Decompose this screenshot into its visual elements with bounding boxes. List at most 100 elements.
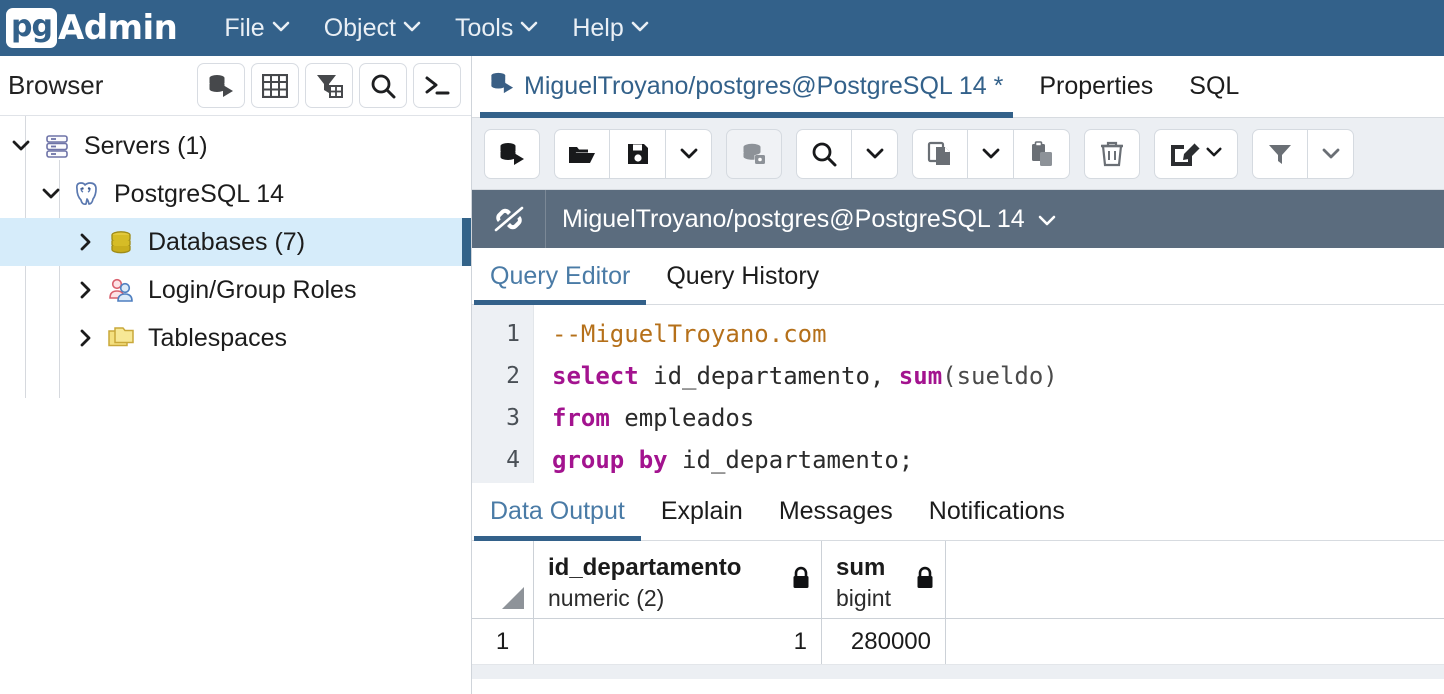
tab-query-tool-label: MiguelTroyano/postgres@PostgreSQL 14 *	[524, 72, 1004, 100]
menu-tools-label: Tools	[454, 13, 514, 42]
line-number: 4	[506, 447, 520, 473]
tab-query-editor[interactable]: Query Editor	[472, 248, 648, 305]
pgadmin-logo: pg Admin	[6, 8, 178, 48]
tree-item-login-group-roles[interactable]: Login/Group Roles	[0, 266, 471, 314]
tab-query-tool[interactable]: MiguelTroyano/postgres@PostgreSQL 14 *	[472, 56, 1021, 118]
column-header-id-departamento[interactable]: id_departamento numeric (2)	[534, 541, 822, 618]
tree-item-databases[interactable]: Databases (7)	[0, 218, 471, 266]
chevron-down-icon[interactable]	[968, 128, 1014, 179]
menu-object[interactable]: Object	[310, 10, 435, 47]
find-icon[interactable]	[796, 128, 852, 179]
query-tool-icon[interactable]	[197, 63, 245, 108]
psql-terminal-icon[interactable]	[413, 63, 461, 108]
chevron-down-icon[interactable]	[1205, 145, 1223, 163]
row-number: 1	[472, 619, 534, 664]
tree-item-tablespaces[interactable]: Tablespaces	[0, 314, 471, 362]
explain-analyze-icon[interactable]	[726, 128, 782, 179]
tablespaces-icon	[102, 325, 140, 351]
sql-token-identifier: empleados	[609, 404, 755, 432]
column-header-sum[interactable]: sum bigint	[822, 541, 946, 618]
grid-empty-area	[472, 665, 1444, 679]
sql-token-comment: --MiguelTroyano.com	[552, 320, 827, 348]
tab-explain[interactable]: Explain	[643, 483, 761, 540]
line-number: 2	[506, 363, 520, 389]
sql-code-area[interactable]: --MiguelTroyano.com select id_departamen…	[534, 305, 1444, 483]
chevron-down-icon[interactable]	[1308, 128, 1354, 179]
databases-icon	[102, 228, 140, 256]
tab-sql[interactable]: SQL	[1171, 56, 1257, 117]
view-data-icon[interactable]	[251, 63, 299, 108]
menu-help[interactable]: Help	[558, 10, 662, 47]
select-all-corner[interactable]	[472, 541, 534, 618]
paste-icon[interactable]	[1014, 128, 1070, 179]
copy-icon[interactable]	[912, 128, 968, 179]
delete-icon[interactable]	[1084, 128, 1140, 179]
sql-token-identifier: id_departamento,	[638, 362, 899, 390]
search-icon[interactable]	[359, 63, 407, 108]
toolbar-group-edit	[1154, 128, 1238, 179]
sql-token-keyword: select	[552, 362, 639, 390]
chevron-down-icon	[520, 21, 538, 36]
cell-sum[interactable]: 280000	[822, 619, 946, 664]
toolbar-group-file	[554, 128, 712, 179]
chevron-down-icon[interactable]	[666, 128, 712, 179]
connection-bar: MiguelTroyano/postgres@PostgreSQL 14	[472, 190, 1444, 248]
disconnected-plug-icon[interactable]	[472, 190, 546, 248]
column-type: numeric (2)	[548, 584, 665, 611]
filter-icon[interactable]	[1252, 128, 1308, 179]
tree-item-tablespaces-label: Tablespaces	[148, 323, 287, 352]
execute-query-icon[interactable]	[484, 128, 540, 179]
browser-toolbar	[197, 63, 471, 108]
tab-messages[interactable]: Messages	[761, 483, 911, 540]
lock-icon	[791, 566, 811, 597]
menu-help-label: Help	[572, 13, 624, 42]
chevron-down-icon[interactable]	[4, 139, 38, 153]
query-tool-icon	[490, 71, 514, 102]
filtered-rows-icon[interactable]	[305, 63, 353, 108]
tree-item-postgresql-14[interactable]: PostgreSQL 14	[0, 170, 471, 218]
sql-token-keyword: group by	[552, 446, 668, 474]
editor-tab-strip: Query Editor Query History	[472, 248, 1444, 305]
tree-item-servers-label: Servers (1)	[84, 131, 208, 160]
tab-query-history-label: Query History	[666, 261, 820, 290]
toolbar-group-find	[796, 128, 898, 179]
roles-icon	[102, 276, 140, 304]
lock-icon	[915, 566, 935, 597]
tab-notifications[interactable]: Notifications	[911, 483, 1083, 540]
tab-properties[interactable]: Properties	[1021, 56, 1171, 117]
toolbar-group-execute	[484, 128, 540, 179]
tab-messages-label: Messages	[778, 497, 893, 525]
tree-item-servers[interactable]: Servers (1)	[0, 122, 471, 170]
edit-icon[interactable]	[1154, 128, 1238, 179]
code-line: select id_departamento, sum(sueldo)	[552, 355, 1444, 397]
chevron-down-icon[interactable]	[34, 187, 68, 201]
toolbar-group-filter	[1252, 128, 1354, 179]
menu-file[interactable]: File	[210, 10, 303, 47]
save-file-icon[interactable]	[610, 128, 666, 179]
open-file-icon[interactable]	[554, 128, 610, 179]
tree-item-databases-label: Databases (7)	[148, 227, 306, 256]
cell-id-departamento[interactable]: 1	[534, 619, 822, 664]
menu-tools[interactable]: Tools	[441, 10, 552, 47]
chevron-down-icon[interactable]	[852, 128, 898, 179]
menu-bar: pg Admin File Object Tools Help	[0, 0, 1444, 56]
tab-data-output[interactable]: Data Output	[472, 483, 643, 541]
chevron-right-icon[interactable]	[68, 280, 102, 300]
chevron-right-icon[interactable]	[68, 328, 102, 348]
tab-query-editor-label: Query Editor	[490, 261, 631, 290]
tab-notifications-label: Notifications	[928, 497, 1065, 525]
chevron-right-icon[interactable]	[68, 232, 102, 252]
tab-properties-label: Properties	[1039, 72, 1154, 100]
result-grid: id_departamento numeric (2) sum bigint 1…	[472, 541, 1444, 679]
line-number: 1	[506, 321, 520, 347]
connection-selector[interactable]: MiguelTroyano/postgres@PostgreSQL 14	[546, 205, 1057, 234]
code-line: --MiguelTroyano.com	[552, 313, 1444, 355]
sql-editor[interactable]: 1 2 3 4 --MiguelTroyano.com select id_de…	[472, 305, 1444, 483]
main-panel: MiguelTroyano/postgres@PostgreSQL 14 * P…	[471, 56, 1444, 694]
table-row[interactable]: 1 1 280000	[472, 619, 1444, 665]
tab-query-history[interactable]: Query History	[648, 248, 837, 304]
result-grid-header: id_departamento numeric (2) sum bigint	[472, 541, 1444, 619]
tree-item-login-group-roles-label: Login/Group Roles	[148, 275, 357, 304]
sql-token-keyword: sum	[898, 362, 943, 390]
sql-token-keyword: from	[552, 404, 610, 432]
